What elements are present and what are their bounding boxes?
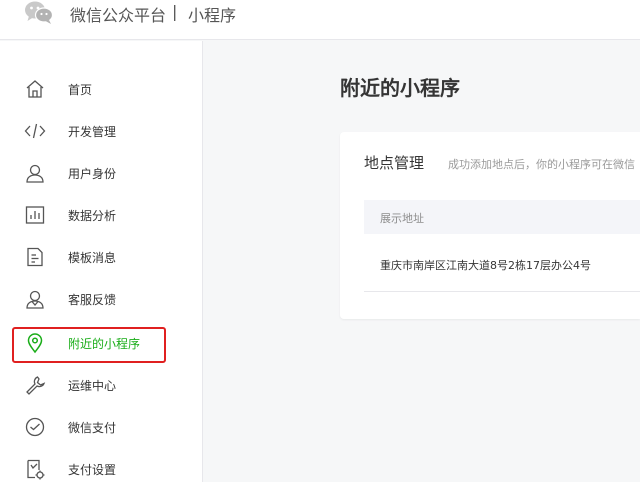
sidebar-item-label: 用户身份 xyxy=(68,167,117,181)
header-separator: | xyxy=(172,2,178,21)
sidebar-item-label: 微信支付 xyxy=(68,421,117,435)
code-icon xyxy=(24,123,46,139)
payment-settings-icon xyxy=(27,459,45,480)
user-icon xyxy=(26,164,44,183)
sidebar-item-home[interactable]: 首页 xyxy=(0,69,203,109)
table-row: 重庆市南岸区江南大道8号2栋17层办公4号 xyxy=(364,242,640,292)
platform-name[interactable]: 微信公众平台 xyxy=(70,2,166,26)
sidebar-item-ops-center[interactable]: 运维中心 xyxy=(0,365,203,405)
sidebar-item-label: 开发管理 xyxy=(68,125,117,139)
sidebar-item-customer-feedback[interactable]: 客服反馈 xyxy=(0,279,203,319)
sidebar-item-data-analysis[interactable]: 数据分析 xyxy=(0,195,203,235)
wrench-icon xyxy=(26,376,46,395)
wechat-logo-icon[interactable] xyxy=(24,0,54,26)
bar-chart-icon xyxy=(25,206,45,224)
page-title: 附近的小程序 xyxy=(340,76,460,100)
sidebar-item-user-identity[interactable]: 用户身份 xyxy=(0,153,203,193)
customer-service-icon xyxy=(26,290,44,309)
table-header: 展示地址 xyxy=(364,200,640,234)
panel-tip: 成功添加地点后，你的小程序可在微信 xyxy=(448,158,635,171)
sidebar-item-label: 运维中心 xyxy=(68,379,117,393)
sidebar-item-payment-settings[interactable]: 支付设置 xyxy=(0,449,203,482)
active-item-highlight xyxy=(12,327,166,363)
sidebar-item-template-message[interactable]: 模板消息 xyxy=(0,237,203,277)
sidebar-item-dev-management[interactable]: 开发管理 xyxy=(0,111,203,151)
sidebar-item-label: 数据分析 xyxy=(68,209,117,223)
sidebar-item-label: 模板消息 xyxy=(68,251,117,265)
column-header-address: 展示地址 xyxy=(380,212,424,225)
home-icon xyxy=(26,80,44,98)
sidebar-item-label: 支付设置 xyxy=(68,463,117,477)
top-bar: 微信公众平台 | 小程序 xyxy=(0,0,640,40)
panel-title: 地点管理 xyxy=(364,154,425,172)
location-management-panel: 地点管理 成功添加地点后，你的小程序可在微信 展示地址 重庆市南岸区江南大道8号… xyxy=(340,132,640,319)
sidebar: 首页 开发管理 用户身份 数据分析 模板消息 客服反馈 附近的小程序 运维中心 … xyxy=(0,41,203,482)
sidebar-item-label: 首页 xyxy=(68,83,93,97)
payment-icon xyxy=(25,417,45,437)
document-icon xyxy=(27,247,43,267)
sidebar-item-wechat-pay[interactable]: 微信支付 xyxy=(0,407,203,447)
platform-section: 小程序 xyxy=(188,6,237,25)
sidebar-item-label: 客服反馈 xyxy=(68,293,117,307)
address-cell: 重庆市南岸区江南大道8号2栋17层办公4号 xyxy=(380,259,591,272)
